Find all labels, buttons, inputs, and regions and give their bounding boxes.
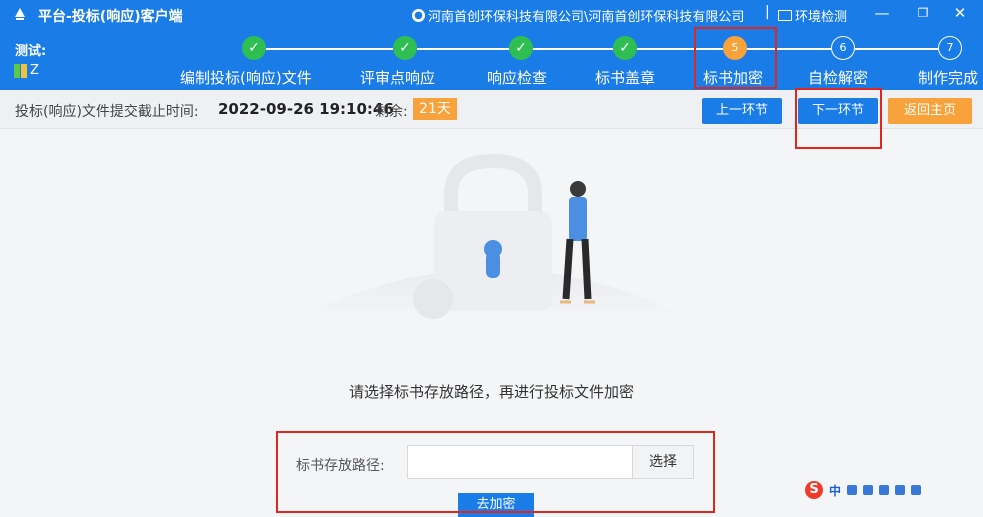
user-icon: ● [412, 9, 425, 22]
close-icon[interactable]: ✕ [951, 4, 969, 22]
step-4-check-icon: ✓ [613, 36, 637, 60]
step-3-check-icon: ✓ [509, 36, 533, 60]
remaining-badge: 21天 [413, 98, 457, 120]
yellow-bar-icon [21, 63, 27, 78]
env-check-label: 环境检测 [795, 10, 848, 25]
ime-mode-label[interactable]: 中 [829, 482, 841, 499]
skin-icon[interactable] [895, 485, 906, 495]
prev-step-button[interactable]: 上一环节 [702, 98, 782, 124]
step-6-marker: 6 [831, 36, 855, 60]
sogou-logo-icon: S [805, 481, 823, 499]
highlight-box [795, 88, 882, 149]
app-title: 平台-投标(响应)客户端 [38, 9, 183, 25]
test-label: 测试: [15, 44, 47, 59]
env-check-button[interactable]: 环境检测 [778, 6, 847, 25]
maximize-icon[interactable]: ❐ [914, 4, 932, 22]
step-4-label[interactable]: 标书盖章 [595, 67, 655, 88]
highlight-box [276, 431, 715, 513]
remaining-label: 剩余: [375, 104, 408, 120]
user-account[interactable]: ● 河南首创环保科技有限公司\河南首创环保科技有限公司 [412, 6, 744, 25]
step-connector [533, 48, 613, 50]
step-7-marker: 7 [938, 36, 962, 60]
step-2-label[interactable]: 评审点响应 [360, 67, 435, 88]
z-tag: Z [14, 63, 39, 78]
step-connector [266, 48, 393, 50]
instruction-text: 请选择标书存放路径，再进行投标文件加密 [348, 383, 634, 401]
deadline-label: 投标(响应)文件提交截止时间: [15, 104, 199, 120]
ime-toolbar[interactable]: S 中 [805, 479, 922, 501]
minimize-icon[interactable]: — [873, 4, 891, 22]
app-logo-icon [15, 8, 25, 20]
title-separator: | [765, 4, 770, 20]
step-connector [855, 48, 938, 50]
step-6-label[interactable]: 自检解密 [808, 67, 868, 88]
step-1-label[interactable]: 编制投标(响应)文件 [180, 67, 312, 88]
z-label: Z [30, 63, 39, 78]
title-step-bar: 平台-投标(响应)客户端 ● 河南首创环保科技有限公司\河南首创环保科技有限公司… [0, 0, 983, 90]
keyboard-icon[interactable] [879, 485, 890, 495]
step-7-label[interactable]: 制作完成 [918, 67, 978, 88]
deadline-value: 2022-09-26 19:10:46 [218, 100, 394, 118]
punctuation-icon[interactable] [847, 485, 858, 495]
step-connector [417, 48, 509, 50]
toolbox-icon[interactable] [911, 485, 922, 495]
step-1-check-icon: ✓ [242, 36, 266, 60]
green-bar-icon [14, 63, 20, 78]
highlight-box [694, 27, 777, 89]
step-3-label[interactable]: 响应检查 [487, 67, 547, 88]
user-name: 河南首创环保科技有限公司\河南首创环保科技有限公司 [428, 10, 745, 25]
lock-illustration-icon [296, 153, 690, 319]
microphone-icon[interactable] [863, 485, 874, 495]
step-2-check-icon: ✓ [393, 36, 417, 60]
home-button[interactable]: 返回主页 [888, 98, 972, 124]
monitor-icon [778, 10, 792, 21]
